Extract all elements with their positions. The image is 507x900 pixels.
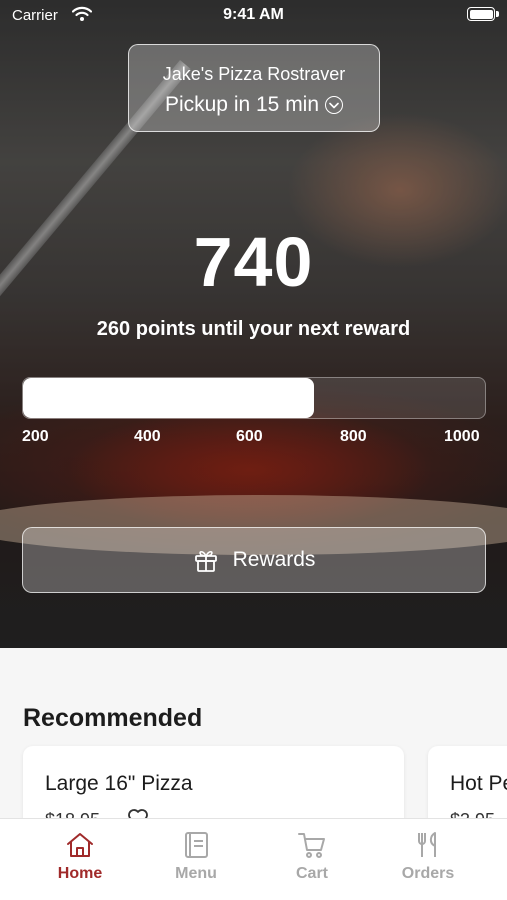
chevron-down-icon xyxy=(325,96,344,114)
cart-icon xyxy=(298,833,325,858)
progress-tick-label: 400 xyxy=(134,428,161,445)
rewards-progress-bar xyxy=(22,377,486,419)
home-icon xyxy=(67,833,93,857)
pickup-time: Pickup in 15 min xyxy=(129,93,379,117)
clock: 9:41 AM xyxy=(223,6,284,23)
store-selector[interactable]: Jake's Pizza Rostraver Pickup in 15 min xyxy=(128,44,380,132)
battery-icon xyxy=(467,7,499,21)
points-until-reward: 260 points until your next reward xyxy=(96,318,411,340)
tab-bar: Home Menu Cart Orders xyxy=(0,818,507,900)
progress-tick-label: 1000 xyxy=(444,428,480,445)
tab-cart[interactable]: Cart xyxy=(267,831,357,883)
tab-orders[interactable]: Orders xyxy=(383,831,473,883)
tab-label: Home xyxy=(57,865,103,882)
progress-tick-label: 200 xyxy=(22,428,49,445)
menu-book-icon xyxy=(185,832,208,858)
item-name: Hot Pepper Rings xyxy=(450,772,507,795)
pickup-label: Pickup in 15 min xyxy=(164,93,320,116)
rewards-progress-fill xyxy=(23,378,315,418)
home-screen: Carrier 9:41 AM Jake's Pizza Rostraver P… xyxy=(0,0,507,900)
gift-icon xyxy=(194,550,217,572)
store-name: Jake's Pizza Rostraver xyxy=(162,64,346,84)
points-balance: 740 xyxy=(193,223,314,301)
progress-tick-label: 600 xyxy=(236,428,263,445)
progress-tick-label: 800 xyxy=(340,428,367,445)
fork-knife-icon xyxy=(418,832,436,857)
tab-label: Orders xyxy=(401,865,455,882)
rewards-button-label: Rewards xyxy=(232,548,316,571)
tab-menu[interactable]: Menu xyxy=(151,831,241,883)
tab-label: Cart xyxy=(295,865,328,882)
recommended-heading: Recommended xyxy=(23,704,203,732)
progress-tick-labels: 200 400 600 800 1000 xyxy=(22,428,486,448)
status-bar: Carrier 9:41 AM xyxy=(0,0,507,32)
item-name: Large 16" Pizza xyxy=(45,772,193,795)
tab-home[interactable]: Home xyxy=(35,831,125,883)
rewards-button[interactable]: Rewards xyxy=(22,527,486,593)
tab-label: Menu xyxy=(175,865,217,882)
